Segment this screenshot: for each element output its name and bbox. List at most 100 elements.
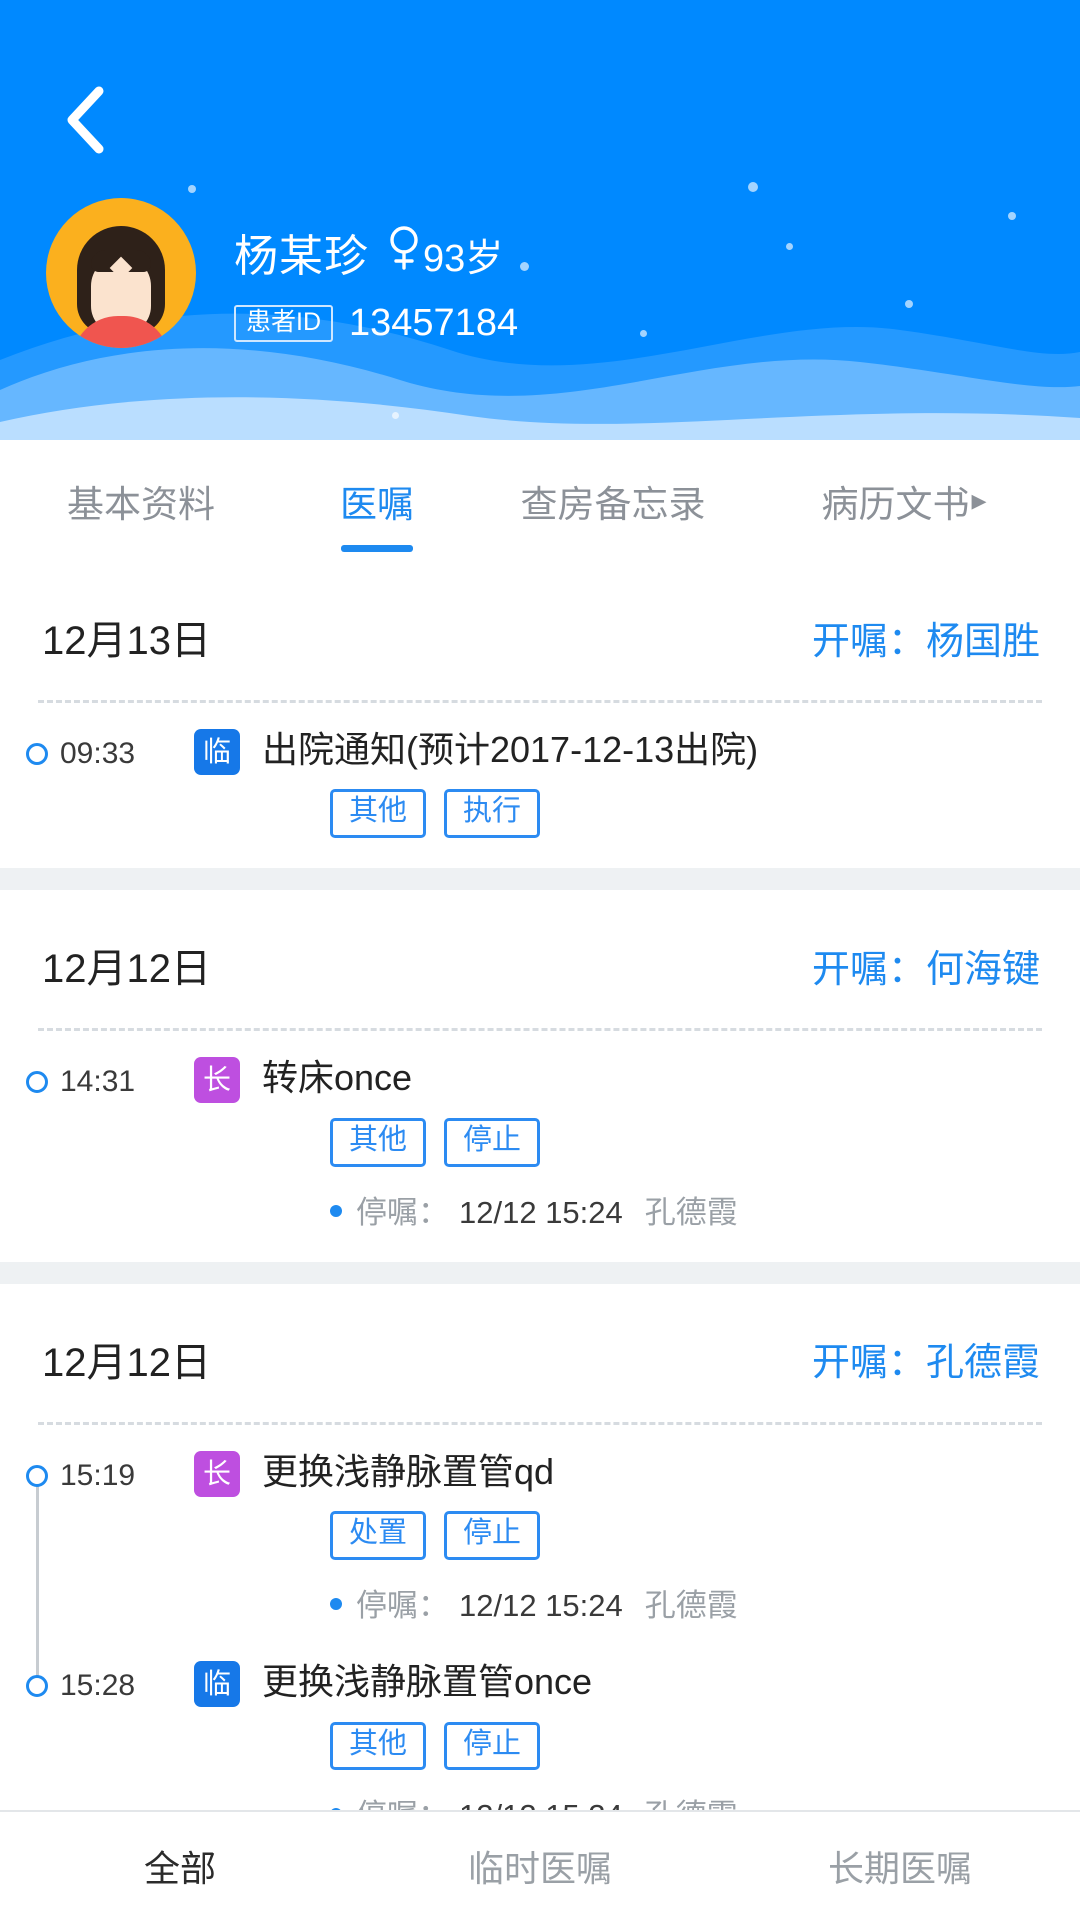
order-title: 更换浅静脉置管once [262,1661,593,1703]
order-stop-label: 停嘱： [356,1588,449,1624]
order-rows: 14:31 长 转床once 其他 停止 停嘱： 12/12 15:24 孔德霞 [0,1031,1080,1261]
female-gender-icon [387,225,421,271]
patient-name: 杨某珍 [234,232,369,281]
order-stop-operator: 孔德霞 [645,1790,738,1810]
order-stop-label: 停嘱： [356,1790,449,1810]
order-time: 09:33 [60,737,136,770]
order-card[interactable]: 12月12日 开嘱：孔德霞 15:19 长 更换浅静脉置管qd 处置 停止 停嘱… [0,1283,1080,1810]
order-tag[interactable]: 停止 [444,1721,541,1771]
patient-id-value: 13457184 [349,302,519,344]
patient-id-row: 患者ID 13457184 [234,302,518,345]
order-title: 转床once [262,1057,413,1099]
tab-basic-info[interactable]: 基本资料 [0,440,282,562]
order-tag[interactable]: 执行 [444,789,541,839]
order-tag[interactable]: 其他 [330,1721,427,1771]
timeline-dot-icon [26,1675,48,1698]
order-stop-label: 停嘱： [356,1194,449,1230]
order-stop-datetime: 12/12 15:24 [459,1798,623,1810]
section-tabs: 基本资料 医嘱 查房备忘录 病历文书 ▸ [0,440,1080,562]
order-time-group: 15:28 [26,1661,194,1703]
order-tag[interactable]: 处置 [330,1511,427,1561]
order-time: 14:31 [60,1065,136,1099]
order-content: 更换浅静脉置管once 其他 停止 停嘱： 12/12 15:24 孔德霞 [262,1661,1080,1810]
order-content: 出院通知(预计2017-12-13出院) 其他 执行 [262,729,1080,839]
timeline-dot-icon [26,1464,48,1487]
order-type-badge: 临 [194,729,240,775]
tab-round-memo-label: 查房备忘录 [520,484,706,525]
bottom-tab-long-term-orders[interactable]: 长期医嘱 [720,1840,1080,1892]
chevron-left-icon [67,86,104,154]
order-tags: 处置 停止 [262,1511,1040,1561]
order-tag[interactable]: 停止 [444,1511,541,1561]
avatar [46,198,196,348]
order-card[interactable]: 12月12日 开嘱：何海键 14:31 长 转床once 其他 停止 停嘱： 1… [0,890,1080,1262]
card-gap [0,868,1080,891]
order-card[interactable]: 12月13日 开嘱：杨国胜 09:33 临 出院通知(预计2017-12-13出… [0,562,1080,869]
orders-scroll-area[interactable]: 12月13日 开嘱：杨国胜 09:33 临 出院通知(预计2017-12-13出… [0,562,1080,1810]
timeline-dot-icon [26,1071,48,1094]
patient-age: 93岁 [423,238,504,280]
order-tag[interactable]: 其他 [330,1117,427,1167]
order-card-doctor[interactable]: 开嘱：何海键 [812,938,1040,993]
patient-id-label: 患者ID [234,305,334,342]
bottom-tab-all[interactable]: 全部 [0,1840,360,1892]
order-content: 转床once 其他 停止 停嘱： 12/12 15:24 孔德霞 [262,1057,1080,1231]
order-row[interactable]: 14:31 长 转床once 其他 停止 停嘱： 12/12 15:24 孔德霞 [0,1057,1080,1231]
timeline-connector [36,1466,39,1679]
order-row[interactable]: 09:33 临 出院通知(预计2017-12-13出院) 其他 执行 [0,729,1080,839]
tab-medical-records-label: 病历文书 [821,484,970,525]
bottom-tab-all-label: 全部 [143,1848,216,1889]
order-stop-info: 停嘱： 12/12 15:24 孔德霞 [262,1580,1040,1625]
tab-orders[interactable]: 医嘱 [282,440,472,562]
patient-header: 杨某珍 93岁 患者ID 13457184 [0,0,1080,440]
order-card-date: 12月13日 [42,619,211,663]
order-card-date: 12月12日 [42,1340,211,1385]
bottom-tab-temporary-orders[interactable]: 临时医嘱 [360,1840,720,1892]
order-tags: 其他 停止 [262,1117,1040,1167]
order-card-header: 12月13日 开嘱：杨国胜 [0,562,1080,700]
orders-list: 12月13日 开嘱：杨国胜 09:33 临 出院通知(预计2017-12-13出… [0,562,1080,1810]
bullet-icon [330,1204,342,1217]
tab-basic-info-label: 基本资料 [67,484,215,525]
order-type-badge: 临 [194,1661,240,1708]
avatar-bangs [91,250,151,272]
order-stop-datetime: 12/12 15:24 [459,1194,623,1230]
back-button[interactable] [40,75,130,165]
bottom-tab-long-term-orders-label: 长期医嘱 [827,1848,972,1889]
order-stop-info: 停嘱： 12/12 15:24 孔德霞 [262,1790,1040,1810]
timeline-dot-icon [26,743,48,765]
order-time-group: 09:33 [26,729,194,771]
order-title: 出院通知(预计2017-12-13出院) [262,729,759,770]
patient-name-row: 杨某珍 93岁 [234,220,518,284]
order-title: 更换浅静脉置管qd [262,1450,555,1492]
order-card-doctor[interactable]: 开嘱：孔德霞 [812,1331,1040,1386]
order-rows: 15:19 长 更换浅静脉置管qd 处置 停止 停嘱： 12/12 15:24 … [0,1425,1080,1810]
order-row[interactable]: 15:19 长 更换浅静脉置管qd 处置 停止 停嘱： 12/12 15:24 … [0,1450,1080,1625]
bottom-tab-temporary-orders-label: 临时医嘱 [467,1848,612,1889]
order-tags: 其他 停止 [262,1721,1040,1771]
order-stop-operator: 孔德霞 [644,1588,738,1624]
tab-orders-label: 医嘱 [340,484,414,525]
card-gap [0,1261,1080,1284]
order-time: 15:28 [60,1669,136,1703]
bullet-icon [330,1598,342,1611]
order-type-badge: 长 [194,1450,240,1497]
order-time: 15:19 [60,1458,136,1492]
order-tags: 其他 执行 [262,789,1040,839]
order-stop-info: 停嘱： 12/12 15:24 孔德霞 [262,1187,1040,1232]
order-content: 更换浅静脉置管qd 处置 停止 停嘱： 12/12 15:24 孔德霞 [262,1451,1080,1625]
patient-info: 杨某珍 93岁 患者ID 13457184 [234,198,518,345]
chevron-right-icon: ▸ [971,484,987,517]
order-tag[interactable]: 停止 [444,1117,541,1167]
order-row[interactable]: 15:28 临 更换浅静脉置管once 其他 停止 停嘱： 12/12 15:2… [0,1661,1080,1810]
order-card-header: 12月12日 开嘱：孔德霞 [0,1284,1080,1422]
order-tag[interactable]: 其他 [330,789,427,839]
order-card-doctor[interactable]: 开嘱：杨国胜 [812,610,1040,665]
bottom-filter-bar: 全部 临时医嘱 长期医嘱 [0,1810,1080,1920]
patient-summary[interactable]: 杨某珍 93岁 患者ID 13457184 [46,198,518,348]
tab-medical-records[interactable]: 病历文书 ▸ [754,440,1054,562]
tab-round-memo[interactable]: 查房备忘录 [472,440,754,562]
order-type-badge: 长 [194,1057,240,1104]
order-stop-datetime: 12/12 15:24 [459,1588,623,1624]
order-time-group: 15:19 [26,1451,194,1493]
